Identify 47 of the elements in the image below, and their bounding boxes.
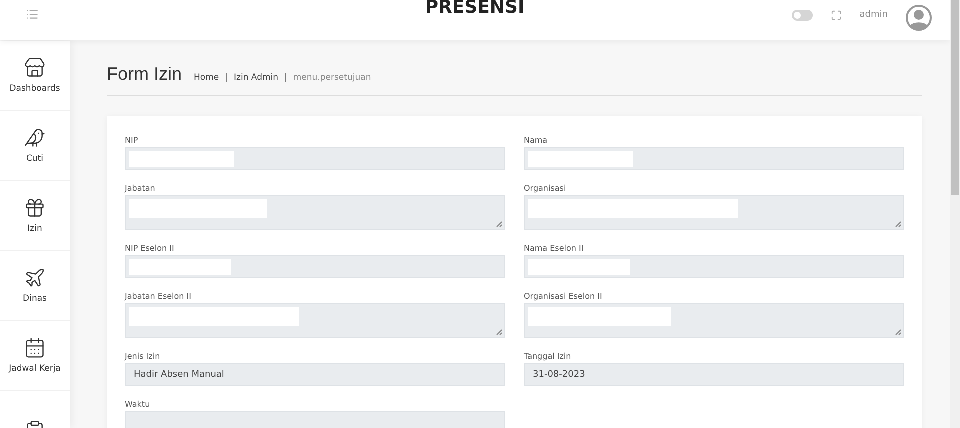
app-title: PRESENSI — [425, 0, 525, 18]
field-label: NIP Eselon II — [125, 244, 176, 254]
scrollbar[interactable] — [950, 0, 960, 428]
field-label: Tanggal Izin — [524, 352, 572, 362]
resize-grip-icon — [496, 221, 502, 227]
input-field[interactable]: 31-08-2023 — [524, 363, 904, 386]
sidebar-item[interactable]: Cuti — [0, 111, 70, 181]
field-label: Nama — [524, 136, 549, 146]
resize-grip-icon — [895, 221, 901, 227]
field-label: Nama Eselon II — [524, 244, 585, 254]
text-area[interactable] — [125, 195, 505, 230]
text-area[interactable] — [125, 303, 505, 338]
sidebar-item-icon — [24, 127, 46, 149]
sidebar-item-icon — [24, 57, 46, 79]
sidebar-item-icon — [24, 337, 46, 359]
breadcrumb-separator: | — [225, 73, 228, 83]
sidebar-item[interactable]: Dashboards — [0, 41, 70, 111]
field-label: Waktu — [125, 400, 152, 410]
sidebar-item[interactable]: Jadwal Kerja — [0, 321, 70, 391]
breadcrumb-link[interactable]: Izin Admin — [234, 73, 279, 83]
resize-grip-icon — [496, 329, 502, 335]
sidebar-item-icon — [24, 197, 46, 219]
user-name: admin — [860, 10, 888, 20]
field-label: Jenis Izin — [125, 352, 162, 362]
avatar-icon[interactable] — [906, 5, 932, 31]
input-field[interactable] — [524, 255, 904, 278]
theme-toggle[interactable] — [792, 10, 813, 20]
input-field[interactable] — [125, 411, 505, 428]
field-label: Organisasi Eselon II — [524, 292, 604, 302]
sidebar-item[interactable]: Dinas — [0, 251, 70, 321]
text-area[interactable] — [524, 195, 904, 230]
field-label: Jabatan Eselon II — [125, 292, 192, 302]
input-field[interactable] — [125, 147, 505, 170]
field-label: Jabatan — [125, 184, 156, 194]
field-label: NIP — [125, 136, 140, 146]
sidebar-item[interactable]: Izin — [0, 181, 70, 251]
input-field[interactable] — [524, 147, 904, 170]
text-area[interactable] — [524, 303, 904, 338]
field-label: Organisasi — [524, 184, 568, 194]
page-title: Form Izin — [107, 64, 182, 85]
input-field[interactable]: Hadir Absen Manual — [125, 363, 505, 386]
sidebar-item-icon — [24, 267, 46, 289]
input-field[interactable] — [125, 255, 505, 278]
fullscreen-icon[interactable] — [830, 10, 842, 20]
resize-grip-icon — [895, 329, 901, 335]
breadcrumb-link[interactable]: Home — [194, 73, 220, 83]
breadcrumb-separator: | — [284, 73, 288, 83]
